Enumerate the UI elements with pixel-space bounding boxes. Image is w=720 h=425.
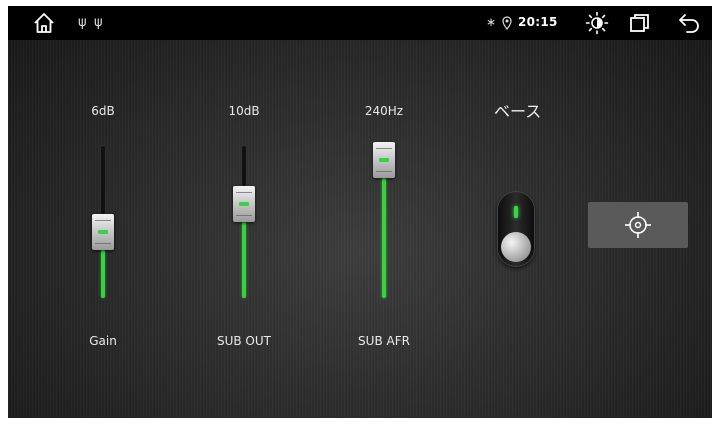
slider-fill bbox=[242, 222, 246, 298]
clock: 20:15 bbox=[518, 15, 558, 29]
bass-toggle[interactable] bbox=[498, 192, 534, 266]
gain-label: Gain bbox=[89, 334, 117, 348]
slider-track bbox=[101, 146, 105, 214]
target-button[interactable] bbox=[588, 202, 688, 248]
gain-slider[interactable] bbox=[83, 142, 123, 302]
bass-label: ベース bbox=[494, 102, 542, 121]
slider-knob[interactable] bbox=[373, 142, 395, 178]
status-bar: ψ ψ ∗ 20:15 bbox=[8, 6, 712, 40]
home-icon[interactable] bbox=[30, 10, 58, 36]
gain-value: 6dB bbox=[91, 104, 115, 118]
sub-afr-slider[interactable] bbox=[364, 142, 404, 302]
target-icon bbox=[625, 212, 651, 238]
slider-knob[interactable] bbox=[233, 186, 255, 222]
back-icon[interactable] bbox=[676, 12, 702, 34]
location-icon bbox=[500, 13, 514, 33]
slider-track bbox=[242, 146, 246, 186]
toggle-indicator bbox=[514, 206, 518, 218]
sub-afr-value: 240Hz bbox=[364, 104, 404, 118]
bluetooth-icon: ∗ bbox=[486, 15, 497, 29]
slider-fill bbox=[382, 178, 386, 298]
slider-fill bbox=[101, 250, 105, 298]
slider-knob[interactable] bbox=[92, 214, 114, 250]
usb-icon: ψ bbox=[94, 15, 103, 30]
usb-icon: ψ bbox=[78, 15, 87, 30]
toggle-knob bbox=[501, 232, 531, 262]
brightness-icon[interactable] bbox=[584, 10, 610, 36]
screen: ψ ψ ∗ 20:15 6dB Gain 10dB SUB OUT 240Hz … bbox=[8, 6, 712, 418]
sub-out-slider[interactable] bbox=[224, 142, 264, 302]
sub-afr-label: SUB AFR bbox=[358, 334, 410, 348]
recent-apps-icon[interactable] bbox=[628, 12, 652, 34]
sub-out-label: SUB OUT bbox=[216, 334, 271, 348]
sub-out-value: 10dB bbox=[228, 104, 260, 118]
